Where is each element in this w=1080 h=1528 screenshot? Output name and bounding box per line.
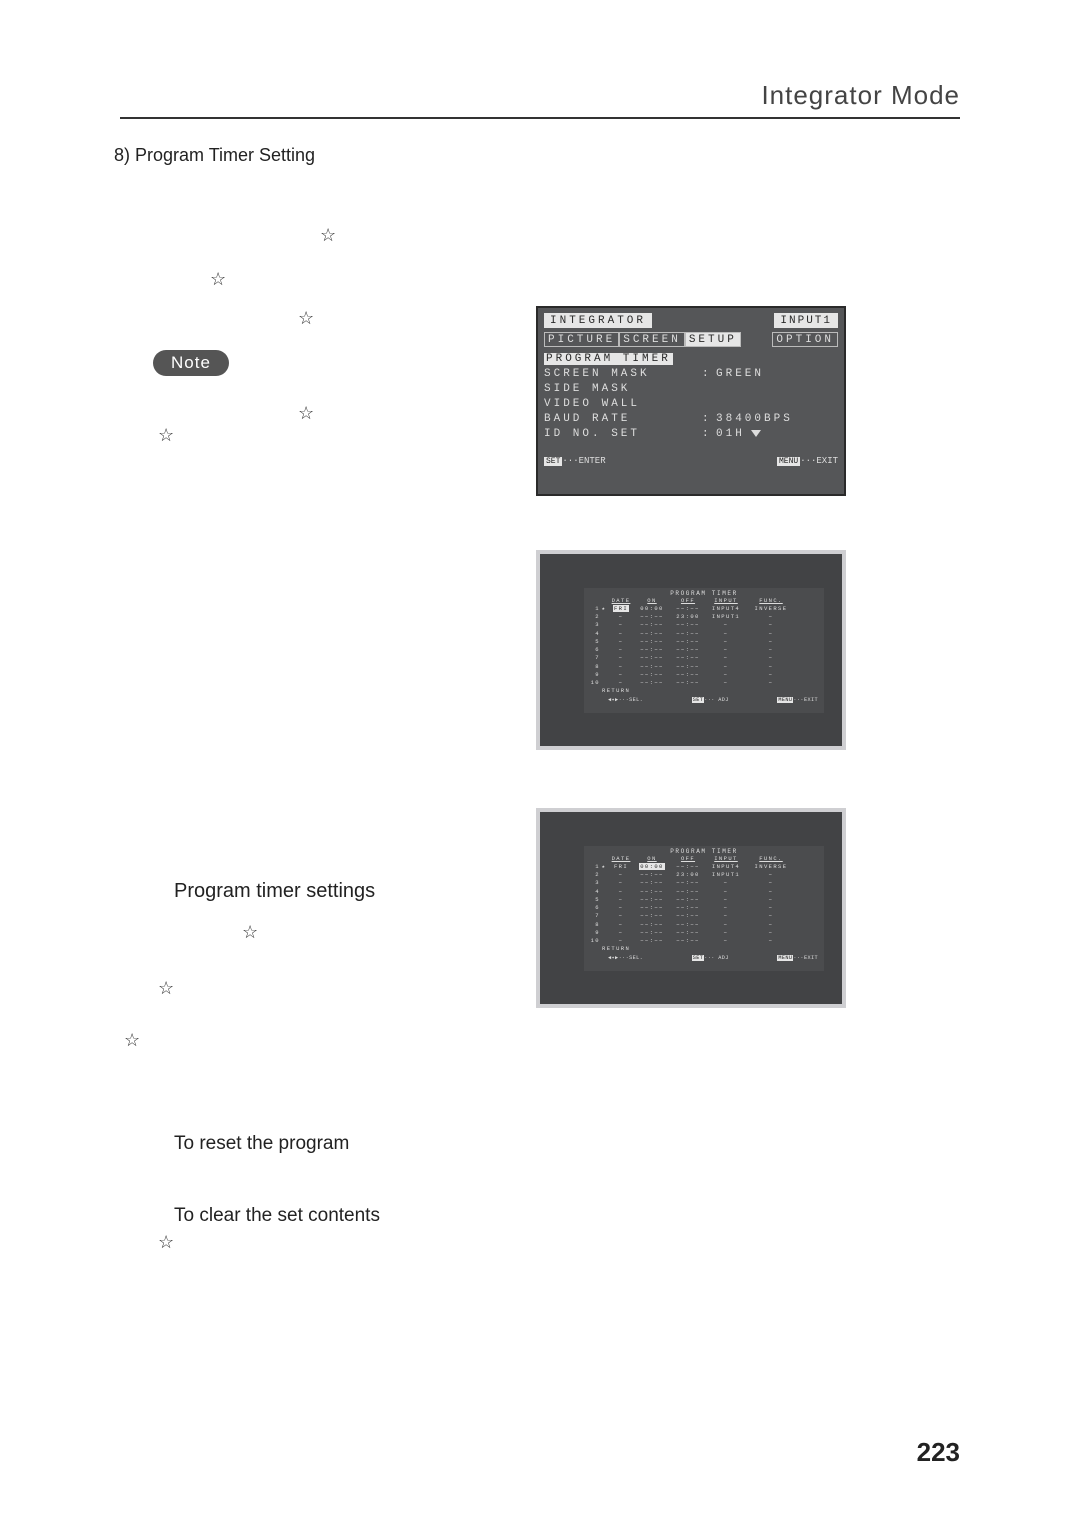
table-row[interactable]: 3−−−:−−−−:−−−−	[584, 621, 824, 629]
osd1-title: INTEGRATOR	[544, 313, 652, 328]
osd-program-timer-1: PROGRAM TIMER DATE ON OFF INPUT FUNC. 1★…	[536, 550, 846, 750]
text-to-clear: To clear the set contents	[174, 1205, 960, 1227]
menu-baud-rate[interactable]: BAUD RATE	[544, 413, 702, 425]
program-timer-panel-2: PROGRAM TIMER DATE ON OFF INPUT FUNC. 1★…	[584, 846, 824, 971]
bullet-star-8: ☆	[124, 1031, 140, 1049]
set-button-label: SET	[544, 457, 562, 466]
table-row[interactable]: 4−−−:−−−−:−−−−	[584, 629, 824, 637]
menu-screen-mask[interactable]: SCREEN MASK	[544, 368, 702, 380]
program-timer-footer: ◀✦▶···SEL. SET··· ADJ MENU···EXIT	[584, 954, 824, 961]
program-timer-footer: ◀✦▶···SEL. SET··· ADJ MENU···EXIT	[584, 696, 824, 703]
program-timer-headers: DATE ON OFF INPUT FUNC.	[584, 597, 824, 604]
program-timer-return[interactable]: RETURN	[584, 687, 824, 696]
colon: :	[702, 428, 716, 440]
osd1-footer-right: MENU···EXIT	[777, 456, 838, 466]
menu-baud-rate-value: 38400BPS	[716, 413, 793, 425]
program-timer-title: PROGRAM TIMER	[584, 588, 824, 597]
table-row[interactable]: 4−−−:−−−−:−−−−	[584, 887, 824, 895]
page-number: 223	[917, 1437, 960, 1468]
program-timer-panel-1: PROGRAM TIMER DATE ON OFF INPUT FUNC. 1★…	[584, 588, 824, 713]
table-row[interactable]: 5−−−:−−−−:−−−−	[584, 895, 824, 903]
note-pill: Note	[153, 350, 229, 376]
bullet-star-9: ☆	[158, 1233, 174, 1251]
chevron-down-icon	[751, 430, 761, 437]
table-row[interactable]: 8−−−:−−−−:−−−−	[584, 920, 824, 928]
table-row[interactable]: 10−−−:−−−−:−−−−	[584, 679, 824, 687]
table-row[interactable]: 1★FRI00:00−−:−−INPUT4INVERSE	[584, 604, 824, 612]
program-timer-headers: DATE ON OFF INPUT FUNC.	[584, 855, 824, 862]
table-row[interactable]: 9−−−:−−−−:−−−−	[584, 670, 824, 678]
table-row[interactable]: 8−−−:−−−−:−−−−	[584, 662, 824, 670]
bullet-star-6: ☆	[242, 923, 258, 941]
bullet-star-2: ☆	[210, 270, 226, 288]
table-row[interactable]: 2−−−:−−23:00INPUT1−	[584, 870, 824, 878]
menu-id-no-set-value: 01H	[716, 428, 745, 440]
bullet-star-4: ☆	[298, 404, 314, 422]
colon: :	[702, 413, 716, 425]
menu-side-mask[interactable]: SIDE MASK	[544, 383, 702, 395]
program-timer-title: PROGRAM TIMER	[584, 846, 824, 855]
tab-setup[interactable]: SETUP	[685, 332, 741, 347]
menu-screen-mask-value: GREEN	[716, 368, 764, 380]
table-row[interactable]: 5−−−:−−−−:−−−−	[584, 637, 824, 645]
table-row[interactable]: 6−−−:−−−−:−−−−	[584, 903, 824, 911]
osd-program-timer-2: PROGRAM TIMER DATE ON OFF INPUT FUNC. 1★…	[536, 808, 846, 1008]
colon: :	[702, 368, 716, 380]
table-row[interactable]: 2−−−:−−23:00INPUT1−	[584, 612, 824, 620]
bullet-star-1: ☆	[320, 226, 336, 244]
table-row[interactable]: 7−−−:−−−−:−−−−	[584, 912, 824, 920]
tab-picture[interactable]: PICTURE	[544, 332, 619, 347]
bullet-star-7: ☆	[158, 979, 174, 997]
program-timer-return[interactable]: RETURN	[584, 945, 824, 954]
bullet-star-5: ☆	[158, 426, 174, 444]
table-row[interactable]: 1★FRI00:00−−:−−INPUT4INVERSE	[584, 862, 824, 870]
menu-video-wall[interactable]: VIDEO WALL	[544, 398, 702, 410]
osd-integrator-menu: INTEGRATOR INPUT1 PICTURE SCREEN SETUP O…	[536, 306, 846, 496]
program-timer-rows: 1★FRI00:00−−:−−INPUT4INVERSE2−−−:−−23:00…	[584, 862, 824, 945]
table-row[interactable]: 3−−−:−−−−:−−−−	[584, 879, 824, 887]
table-row[interactable]: 9−−−:−−−−:−−−−	[584, 928, 824, 936]
program-timer-rows: 1★FRI00:00−−:−−INPUT4INVERSE2−−−:−−23:00…	[584, 604, 824, 687]
text-to-reset: To reset the program	[174, 1133, 960, 1155]
table-row[interactable]: 6−−−:−−−−:−−−−	[584, 645, 824, 653]
menu-button-label: MENU	[777, 457, 800, 466]
osd1-input-indicator: INPUT1	[774, 313, 838, 328]
menu-program-timer[interactable]: PROGRAM TIMER	[544, 353, 673, 365]
header-rule	[120, 117, 960, 119]
bullet-star-3: ☆	[298, 309, 314, 327]
menu-id-no-set[interactable]: ID NO. SET	[544, 428, 702, 440]
tab-screen[interactable]: SCREEN	[619, 332, 685, 347]
table-row[interactable]: 10−−−:−−−−:−−−−	[584, 937, 824, 945]
table-row[interactable]: 7−−−:−−−−:−−−−	[584, 654, 824, 662]
tab-option[interactable]: OPTION	[772, 332, 838, 347]
osd1-footer-left: SET···ENTER	[544, 456, 606, 466]
page-title: Integrator Mode	[120, 80, 960, 111]
section-heading: 8) Program Timer Setting	[114, 145, 960, 166]
